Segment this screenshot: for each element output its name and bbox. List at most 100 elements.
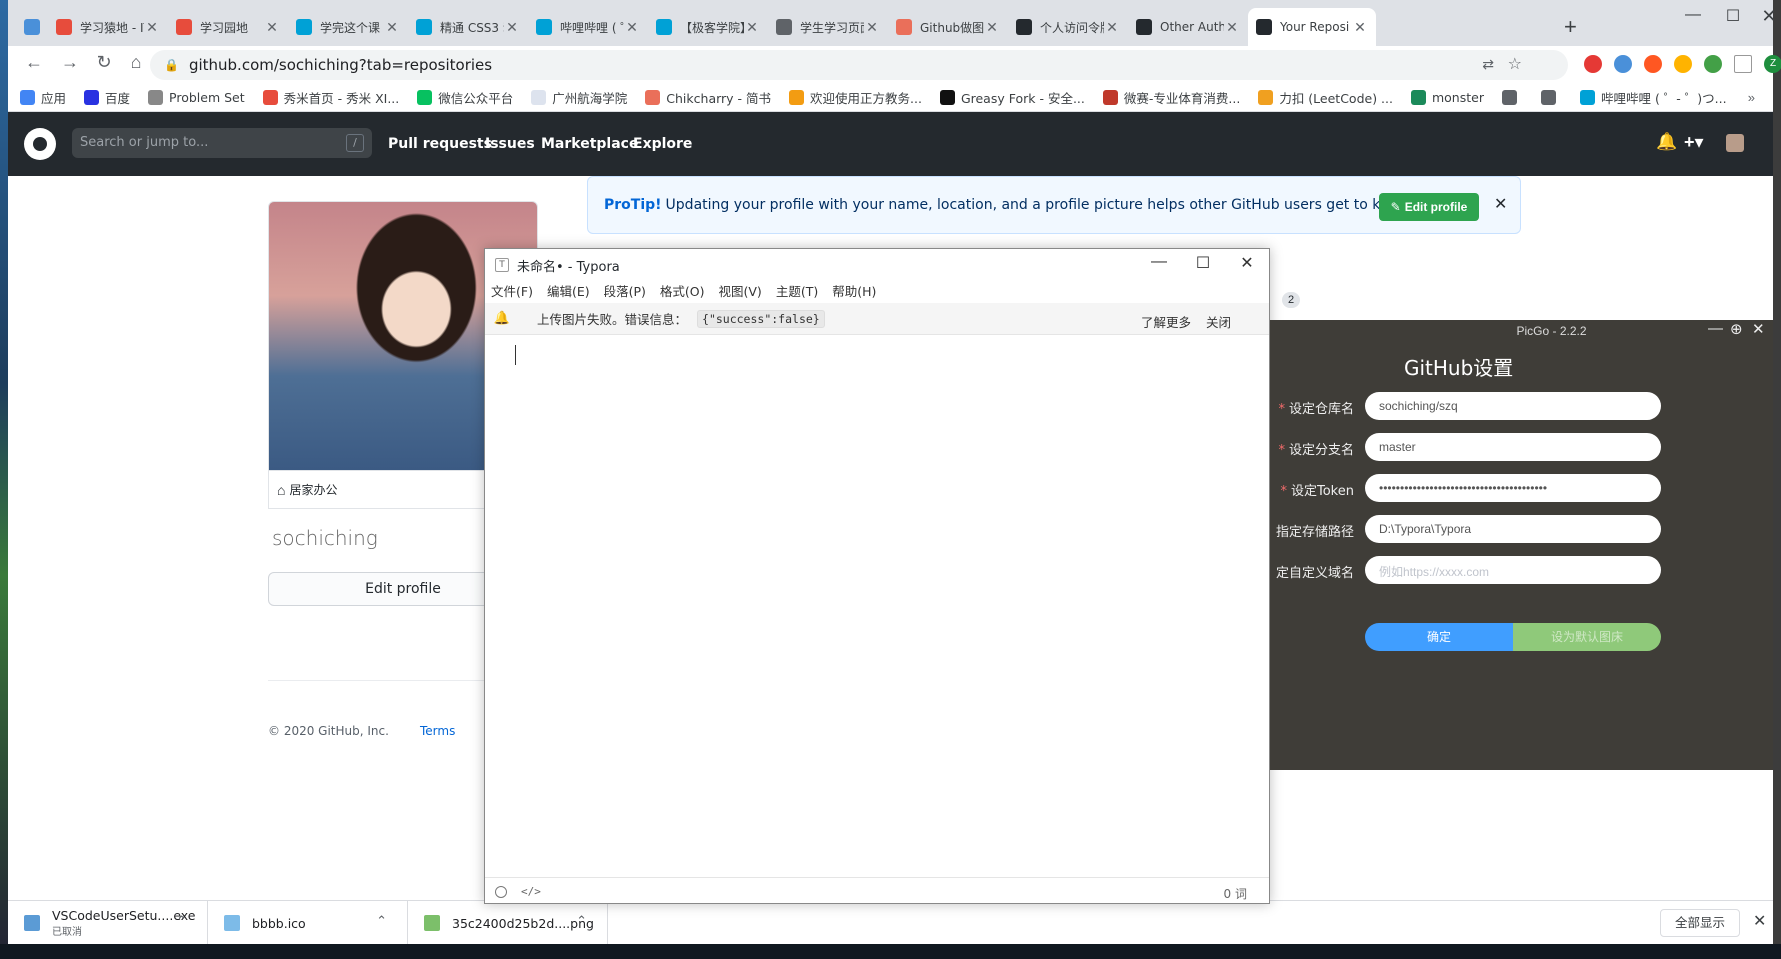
minimize-button[interactable]: — <box>1673 6 1713 24</box>
home-icon[interactable]: ⌂ <box>122 52 150 73</box>
translate-icon[interactable]: ⇄ <box>1482 56 1494 73</box>
bookmark-item[interactable]: 微信公众平台 <box>417 88 513 107</box>
tab[interactable]: 哔哩哔哩 ( ゜✕ <box>528 8 648 46</box>
tab-close-icon[interactable]: ✕ <box>984 19 1000 36</box>
show-all-downloads-button[interactable]: 全部显示 <box>1660 909 1740 937</box>
tab[interactable]: Your Reposi ✕ <box>1248 8 1376 46</box>
bookmark-item[interactable]: 哔哩哔哩 ( ゜- ゜)つ... <box>1579 88 1727 107</box>
tab[interactable]: 个人访问令牌✕ <box>1008 8 1128 46</box>
learn-more-link[interactable]: 了解更多 <box>1141 312 1191 331</box>
protip-edit-profile-button[interactable]: ✎ Edit profile <box>1379 193 1479 221</box>
chevron-up-icon[interactable]: ⌃ <box>176 913 187 929</box>
download-item[interactable]: VSCodeUserSetu....exe 已取消 ⌃ <box>8 901 208 945</box>
tab[interactable]: 学习猿地 - IT ✕ <box>48 8 168 46</box>
footer-terms-link[interactable]: Terms <box>420 724 455 738</box>
typora-maximize-button[interactable]: ☐ <box>1181 253 1225 273</box>
word-count[interactable]: 0 词 <box>1224 885 1247 902</box>
user-avatar[interactable] <box>1726 134 1744 152</box>
typora-minimize-button[interactable]: — <box>1137 253 1181 271</box>
bookmark-item[interactable]: 欢迎使用正方教务... <box>789 88 922 107</box>
tab[interactable]: Other Authe✕ <box>1128 8 1248 46</box>
menu-paragraph[interactable]: 段落(P) <box>604 281 646 303</box>
github-search-input[interactable]: Search or jump to... / <box>72 128 372 158</box>
download-item[interactable]: 35c2400d25b2d....png ⌃ <box>408 901 608 945</box>
menu-edit[interactable]: 编辑(E) <box>547 281 590 303</box>
bookmark-item[interactable] <box>1501 90 1523 105</box>
field-input[interactable]: 例如https://xxxx.com <box>1365 556 1661 584</box>
extension-icon[interactable] <box>1614 55 1632 73</box>
bell-icon[interactable]: 🔔 <box>1656 132 1677 152</box>
extension-icon[interactable] <box>1644 55 1662 73</box>
close-window-button[interactable]: ✕ <box>1749 6 1781 27</box>
extension-icon[interactable] <box>1674 55 1692 73</box>
menu-view[interactable]: 视图(V) <box>719 281 762 303</box>
menu-file[interactable]: 文件(F) <box>491 281 533 303</box>
picgo-minimize-button[interactable]: — <box>1708 320 1723 337</box>
nav-issues[interactable]: Issues <box>485 136 535 152</box>
field-input[interactable]: sochiching/szq <box>1365 392 1661 420</box>
tab-search-icon[interactable] <box>16 8 46 46</box>
menu-format[interactable]: 格式(O) <box>660 281 705 303</box>
chevron-up-icon[interactable]: ⌃ <box>576 913 587 929</box>
bookmark-item[interactable]: Chikcharry - 简书 <box>645 88 771 107</box>
menu-theme[interactable]: 主题(T) <box>776 281 818 303</box>
nav-pull-requests[interactable]: Pull requests <box>388 136 492 152</box>
tab-close-icon[interactable]: ✕ <box>264 19 280 36</box>
new-tab-button[interactable]: + <box>1564 14 1577 40</box>
tab-close-icon[interactable]: ✕ <box>1224 19 1240 36</box>
typora-close-button[interactable]: ✕ <box>1225 253 1269 273</box>
tab[interactable]: 学生学习页面✕ <box>768 8 888 46</box>
tab-close-icon[interactable]: ✕ <box>1352 19 1368 36</box>
tab-close-icon[interactable]: ✕ <box>864 19 880 36</box>
field-input[interactable]: •••••••••••••••••••••••••••••••••••••••• <box>1365 474 1661 502</box>
github-logo-icon[interactable] <box>24 128 56 160</box>
set-default-button[interactable]: 设为默认图床 <box>1513 623 1661 651</box>
extension-icon[interactable] <box>1704 55 1722 73</box>
bookmark-item[interactable] <box>1540 90 1562 105</box>
tab[interactable]: Github做图床✕ <box>888 8 1008 46</box>
chevron-up-icon[interactable]: ⌃ <box>376 913 387 929</box>
maximize-button[interactable]: ☐ <box>1713 6 1753 26</box>
bookmark-item[interactable]: 力扣 (LeetCode) ... <box>1258 88 1393 107</box>
media-icon[interactable] <box>1734 55 1752 73</box>
picgo-titlebar[interactable]: PicGo - 2.2.2 <box>1270 320 1773 342</box>
tab-close-icon[interactable]: ✕ <box>624 19 640 36</box>
close-shelf-icon[interactable]: ✕ <box>1753 911 1766 931</box>
bookmark-item[interactable]: 秀米首页 - 秀米 XI... <box>262 88 399 107</box>
profile-avatar[interactable]: Z <box>1764 55 1781 73</box>
forward-arrow-icon[interactable]: → <box>56 52 84 73</box>
bookmark-item[interactable]: 百度 <box>84 88 130 107</box>
source-code-toggle-icon[interactable]: </> <box>521 885 541 898</box>
tab-close-icon[interactable]: ✕ <box>384 19 400 36</box>
tab-close-icon[interactable]: ✕ <box>744 19 760 36</box>
plus-dropdown-icon[interactable]: +▾ <box>1684 132 1704 153</box>
confirm-button[interactable]: 确定 <box>1365 623 1513 651</box>
close-icon[interactable]: ✕ <box>1494 194 1507 214</box>
outline-toggle-icon[interactable] <box>495 885 507 898</box>
tab-close-icon[interactable]: ✕ <box>504 19 520 36</box>
address-bar[interactable]: 🔒 github.com/sochiching?tab=repositories… <box>150 50 1568 80</box>
bookmark-star-icon[interactable]: ☆ <box>1508 54 1522 74</box>
tab[interactable]: 学习园地 ✕ <box>168 8 288 46</box>
picgo-pin-icon[interactable]: ⊕ <box>1730 320 1743 338</box>
menu-help[interactable]: 帮助(H) <box>832 281 876 303</box>
bookmark-item[interactable]: Greasy Fork - 安全... <box>939 88 1085 107</box>
picgo-close-button[interactable]: ✕ <box>1752 320 1765 338</box>
tab[interactable]: 【极客学院】✕ <box>648 8 768 46</box>
reload-icon[interactable]: ↻ <box>90 52 118 73</box>
editor-area[interactable] <box>485 335 1269 877</box>
tab-close-icon[interactable]: ✕ <box>144 19 160 36</box>
nav-marketplace[interactable]: Marketplace <box>541 136 638 152</box>
bookmark-item[interactable]: Problem Set <box>148 90 245 105</box>
extension-icon[interactable] <box>1584 55 1602 73</box>
back-arrow-icon[interactable]: ← <box>20 52 48 73</box>
download-item[interactable]: bbbb.ico ⌃ <box>208 901 408 945</box>
bookmark-item[interactable]: 广州航海学院 <box>531 88 627 107</box>
bookmark-item[interactable]: 应用 <box>20 88 66 107</box>
tab[interactable]: 精通 CSS3 动✕ <box>408 8 528 46</box>
tab[interactable]: 学完这个课 ✕ <box>288 8 408 46</box>
tab-close-icon[interactable]: ✕ <box>1104 19 1120 36</box>
close-notice-link[interactable]: 关闭 <box>1206 312 1231 331</box>
bookmark-item[interactable]: 微赛-专业体育消费... <box>1102 88 1240 107</box>
field-input[interactable]: D:\Typora\Typora <box>1365 515 1661 543</box>
